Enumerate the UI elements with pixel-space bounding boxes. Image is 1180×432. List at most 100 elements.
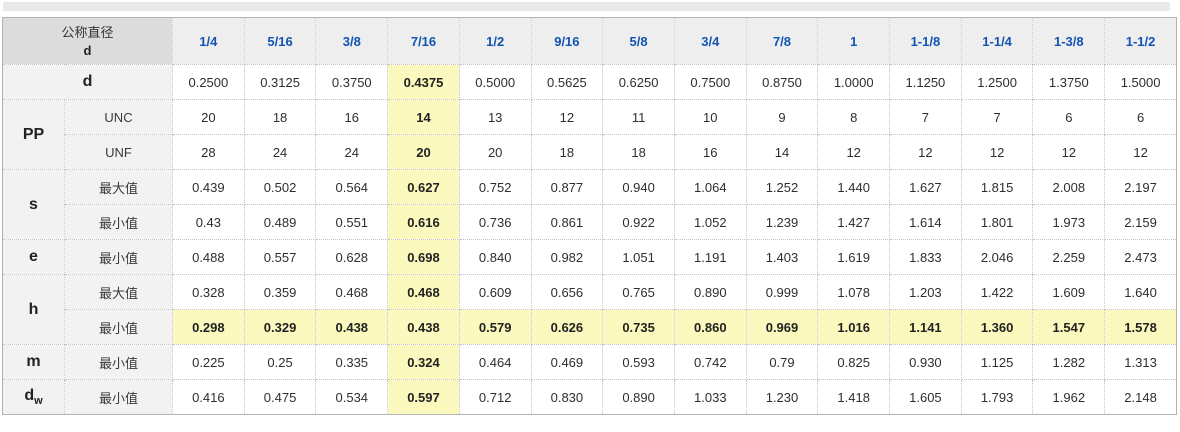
table-cell: 0.25: [244, 345, 316, 380]
table-cell: 24: [316, 135, 388, 170]
table-cell: 0.930: [890, 345, 962, 380]
table-cell: 1.627: [890, 170, 962, 205]
corner-header-title: 公称直径: [3, 23, 172, 42]
row-group-label-e: e: [3, 240, 65, 275]
table-cell: 1.619: [818, 240, 890, 275]
row-sub-label: UNF: [65, 135, 173, 170]
table-cell: 12: [1105, 135, 1177, 170]
table-cell: 1.313: [1105, 345, 1177, 380]
table-cell: 12: [890, 135, 962, 170]
col-header-5-8: 5/8: [603, 18, 675, 65]
col-header-9-16: 9/16: [531, 18, 603, 65]
table-cell: 0.609: [459, 275, 531, 310]
col-header-1-4: 1/4: [173, 18, 245, 65]
table-cell: 0.475: [244, 380, 316, 415]
row-group-label-s: s: [3, 170, 65, 240]
table-cell: 20: [173, 100, 245, 135]
table-cell: 0.860: [674, 310, 746, 345]
col-header-1-2: 1/2: [459, 18, 531, 65]
table-cell: 2.259: [1033, 240, 1105, 275]
table-cell: 2.159: [1105, 205, 1177, 240]
table-row: 最小值0.2980.3290.4380.4380.5790.6260.7350.…: [3, 310, 1177, 345]
table-cell: 0.890: [603, 380, 675, 415]
table-row: h最大值0.3280.3590.4680.4680.6090.6560.7650…: [3, 275, 1177, 310]
table-cell: 0.736: [459, 205, 531, 240]
table-row: PPUNC2018161413121110987766: [3, 100, 1177, 135]
table-cell: 1.422: [961, 275, 1033, 310]
table-cell: 1.793: [961, 380, 1033, 415]
table-cell: 1.3750: [1033, 65, 1105, 100]
table-cell: 1.640: [1105, 275, 1177, 310]
table-cell: 0.6250: [603, 65, 675, 100]
top-bar: [3, 2, 1170, 11]
table-cell: 0.329: [244, 310, 316, 345]
col-header-1-1-4: 1-1/4: [961, 18, 1033, 65]
table-cell: 0.627: [388, 170, 460, 205]
table-cell: 0.830: [531, 380, 603, 415]
table-cell: 0.468: [388, 275, 460, 310]
table-cell: 1.125: [961, 345, 1033, 380]
table-cell: 1.203: [890, 275, 962, 310]
row-sub-label: 最大值: [65, 275, 173, 310]
table-cell: 0.557: [244, 240, 316, 275]
table-body: d0.25000.31250.37500.43750.50000.56250.6…: [3, 65, 1177, 415]
table-cell: 0.359: [244, 275, 316, 310]
table-cell: 2.473: [1105, 240, 1177, 275]
table-cell: 12: [1033, 135, 1105, 170]
table-cell: 0.765: [603, 275, 675, 310]
table-cell: 0.616: [388, 205, 460, 240]
table-cell: 1.064: [674, 170, 746, 205]
table-cell: 0.416: [173, 380, 245, 415]
table-cell: 6: [1105, 100, 1177, 135]
row-sub-label: 最小值: [65, 240, 173, 275]
col-header-7-16: 7/16: [388, 18, 460, 65]
table-cell: 0.890: [674, 275, 746, 310]
col-header-1-1-2: 1-1/2: [1105, 18, 1177, 65]
table-cell: 2.046: [961, 240, 1033, 275]
corner-header: 公称直径 d: [3, 18, 173, 65]
table-row: UNF2824242020181816141212121212: [3, 135, 1177, 170]
table-cell: 20: [459, 135, 531, 170]
table-cell: 0.5625: [531, 65, 603, 100]
table-cell: 1.191: [674, 240, 746, 275]
table-cell: 1.440: [818, 170, 890, 205]
table-cell: 12: [531, 100, 603, 135]
table-cell: 0.488: [173, 240, 245, 275]
table-cell: 0.298: [173, 310, 245, 345]
table-cell: 24: [244, 135, 316, 170]
row-group-label-d: d: [3, 65, 173, 100]
col-header-1: 1: [818, 18, 890, 65]
corner-header-symbol: d: [3, 42, 172, 59]
row-group-label-h: h: [3, 275, 65, 345]
table-cell: 1.801: [961, 205, 1033, 240]
table-cell: 6: [1033, 100, 1105, 135]
table-cell: 0.489: [244, 205, 316, 240]
table-cell: 0.712: [459, 380, 531, 415]
table-cell: 0.922: [603, 205, 675, 240]
table-cell: 0.469: [531, 345, 603, 380]
table-cell: 13: [459, 100, 531, 135]
table-row: e最小值0.4880.5570.6280.6980.8400.9821.0511…: [3, 240, 1177, 275]
row-sub-label: 最小值: [65, 345, 173, 380]
table-cell: 20: [388, 135, 460, 170]
table-cell: 1.2500: [961, 65, 1033, 100]
table-cell: 0.3125: [244, 65, 316, 100]
table-cell: 1.578: [1105, 310, 1177, 345]
row-sub-label: UNC: [65, 100, 173, 135]
table-cell: 0.579: [459, 310, 531, 345]
table-cell: 1.016: [818, 310, 890, 345]
table-cell: 7: [890, 100, 962, 135]
table-row: m最小值0.2250.250.3350.3240.4640.4690.5930.…: [3, 345, 1177, 380]
row-sub-label: 最小值: [65, 310, 173, 345]
table-cell: 0.840: [459, 240, 531, 275]
table-cell: 0.324: [388, 345, 460, 380]
table-cell: 0.464: [459, 345, 531, 380]
table-cell: 7: [961, 100, 1033, 135]
table-cell: 1.547: [1033, 310, 1105, 345]
table-cell: 0.742: [674, 345, 746, 380]
col-header-3-4: 3/4: [674, 18, 746, 65]
table-cell: 0.438: [388, 310, 460, 345]
table-cell: 1.833: [890, 240, 962, 275]
table-cell: 1.141: [890, 310, 962, 345]
table-cell: 0.439: [173, 170, 245, 205]
